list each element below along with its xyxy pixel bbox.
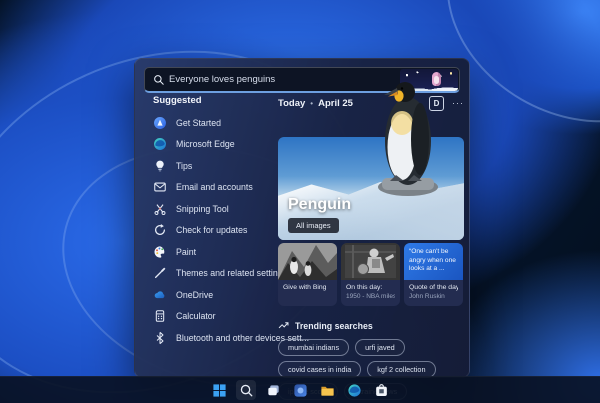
suggested-item-paint[interactable]: Paint [149,241,279,263]
trending-pill[interactable]: mumbai indians [278,339,350,356]
suggested-item-snipping-tool[interactable]: Snipping Tool [149,198,279,220]
widgets-button[interactable] [290,380,310,400]
updates-icon [155,224,165,236]
suggested-item-label: Snipping Tool [176,203,229,214]
trending-header: Trending searches [278,320,464,331]
suggested-item-label: Tips [176,160,193,171]
suggested-item-label: Calculator [176,311,216,322]
suggested-item-get-started[interactable]: Get Started [149,112,279,134]
on-this-day-image [341,243,400,280]
start-button[interactable] [209,380,229,400]
edge-button[interactable] [344,380,364,400]
calculator-icon [155,310,165,323]
give-with-bing-image [278,243,337,280]
file-explorer-button[interactable] [317,380,337,400]
taskbar-search-button[interactable] [236,380,256,400]
suggested-item-calculator[interactable]: Calculator [149,306,279,328]
get-started-icon [154,116,166,129]
card-caption: Quote of the day: [409,284,458,291]
suggested-title: Suggested [153,95,202,106]
give-with-bing-card[interactable]: Give with Bing [278,243,337,306]
penguin-image [378,82,438,196]
card-caption: On this day: [346,284,383,291]
suggested-section: Suggested Get Started Microsoft Edge Tip… [149,95,309,349]
store-icon [375,383,387,396]
card-subcaption: John Ruskin [409,293,445,300]
search-icon [154,74,164,85]
suggested-item-tips[interactable]: Tips [149,155,279,177]
edge-icon [347,383,361,397]
task-view-icon [267,384,279,395]
suggested-item-microsoft-edge[interactable]: Microsoft Edge [149,134,279,156]
suggested-item-email-accounts[interactable]: Email and accounts [149,177,279,199]
snipping-tool-icon [154,204,166,215]
task-view-button[interactable] [263,380,283,400]
today-label: Today [278,97,306,109]
start-icon [212,383,226,397]
all-images-button[interactable]: All images [288,218,339,233]
quote-image: “One can't be angry when one looks at a … [404,243,463,280]
card-caption: Give with Bing [283,284,327,291]
quote-of-the-day-card[interactable]: “One can't be angry when one looks at a … [404,243,463,306]
daily-section: Today • April 25 D ··· Penguin All image… [278,82,464,400]
bluetooth-icon [156,331,164,344]
daily-cards-row: Give with Bing On this day: 1950 - NBA m… [278,243,464,306]
suggested-item-label: Check for updates [176,225,248,236]
onedrive-icon [154,291,165,298]
suggested-item-label: OneDrive [176,289,214,300]
trending-pill[interactable]: urfi javed [355,339,405,356]
suggested-item-label: Paint [176,246,197,257]
suggested-item-label: Get Started [176,117,221,128]
suggested-item-label: Email and accounts [176,182,253,193]
file-explorer-icon [320,386,334,396]
suggested-item-themes[interactable]: Themes and related settings [149,263,287,285]
themes-icon [154,267,166,279]
tips-icon [156,160,164,172]
trending-icon [278,322,289,329]
suggested-item-label: Themes and related settings [176,268,288,279]
widgets-icon [293,383,307,397]
paint-icon [154,246,165,258]
suggested-item-onedrive[interactable]: OneDrive [149,284,279,306]
date-label: April 25 [318,97,353,109]
email-icon [154,182,166,192]
trending-title: Trending searches [295,320,373,331]
on-this-day-card[interactable]: On this day: 1950 - NBA miles... [341,243,400,306]
desktop: Suggested Get Started Microsoft Edge [0,0,600,403]
edge-icon [154,138,166,151]
search-panel: Suggested Get Started Microsoft Edge [134,58,470,400]
hero-title: Penguin [288,196,352,213]
store-button[interactable] [371,380,391,400]
search-icon [240,384,252,396]
taskbar [0,376,600,403]
card-subcaption: 1950 - NBA miles... [346,293,395,300]
suggested-item-check-updates[interactable]: Check for updates [149,220,279,242]
suggested-item-label: Microsoft Edge [176,139,235,150]
quote-text: “One can't be angry when one looks at a … [409,248,456,272]
suggested-item-bluetooth-devices[interactable]: Bluetooth and other devices sett... [149,327,309,349]
date-separator: • [310,98,314,108]
